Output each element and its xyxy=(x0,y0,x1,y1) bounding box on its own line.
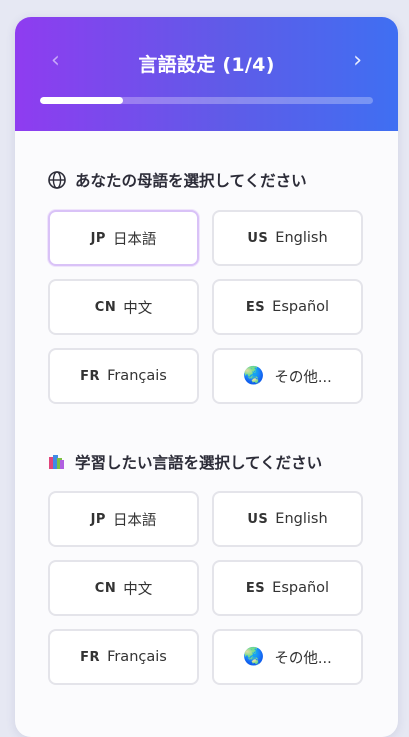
language-label: 日本語 xyxy=(112,512,157,529)
language-code: FR xyxy=(80,368,101,384)
language-code: US xyxy=(247,230,269,246)
learning-language-option[interactable]: ES Español xyxy=(212,560,363,616)
globe-outline-icon xyxy=(47,170,67,190)
native-language-heading-text: あなたの母語を選択してください xyxy=(75,172,307,190)
native-language-option[interactable]: CN 中文 xyxy=(48,279,199,335)
language-label: Español xyxy=(272,299,330,315)
native-language-option[interactable]: US English xyxy=(212,210,363,266)
language-code: JP xyxy=(90,230,106,246)
progress-fill xyxy=(40,97,124,104)
language-code: ES xyxy=(245,580,266,596)
native-language-option[interactable]: FR Français xyxy=(48,348,199,404)
language-code: ES xyxy=(245,299,266,315)
learning-language-option[interactable]: CN 中文 xyxy=(48,560,199,616)
next-step-button[interactable]: › xyxy=(353,47,362,75)
native-language-option[interactable]: 🌏 その他... xyxy=(212,348,363,404)
learning-language-option[interactable]: FR Français xyxy=(48,629,199,685)
learning-language-option[interactable]: 🌏 その他... xyxy=(212,629,363,685)
language-label: 中文 xyxy=(123,581,153,598)
native-language-options: JP 日本語 US English CN 中文 ES Español FR Français 🌏 その… xyxy=(48,210,364,404)
books-icon xyxy=(47,452,67,472)
globe-icon: 🌏 xyxy=(243,647,265,667)
globe-icon: 🌏 xyxy=(243,366,265,386)
language-label: Français xyxy=(107,368,167,384)
language-label: 日本語 xyxy=(112,231,157,248)
language-label: 中文 xyxy=(123,300,153,317)
learning-language-option[interactable]: JP 日本語 xyxy=(48,491,199,547)
native-language-option[interactable]: JP 日本語 xyxy=(48,210,199,266)
header: ‹ 言語設定 (1/4) › xyxy=(15,17,398,131)
language-code: CN xyxy=(94,299,117,315)
learning-language-heading: 学習したい言語を選択してください xyxy=(47,451,322,473)
language-label: その他... xyxy=(274,650,332,667)
learning-language-heading-text: 学習したい言語を選択してください xyxy=(75,454,323,472)
language-label: English xyxy=(275,230,328,246)
language-label: Français xyxy=(107,649,167,665)
page-title: 言語設定 (1/4) xyxy=(138,54,275,76)
language-label: Español xyxy=(272,580,330,596)
native-language-heading: あなたの母語を選択してください xyxy=(47,169,307,191)
language-label: English xyxy=(275,511,328,527)
language-code: JP xyxy=(90,511,106,527)
learning-language-option[interactable]: US English xyxy=(212,491,363,547)
native-language-option[interactable]: ES Español xyxy=(212,279,363,335)
language-code: CN xyxy=(94,580,117,596)
progress-bar xyxy=(40,97,373,104)
language-code: US xyxy=(247,511,269,527)
learning-language-options: JP 日本語 US English CN 中文 ES Español FR Français 🌏 その… xyxy=(48,491,364,685)
language-settings-card: ‹ 言語設定 (1/4) › あなたの母語を選択してください JP 日本語 US En… xyxy=(15,17,398,737)
language-code: FR xyxy=(80,649,101,665)
language-label: その他... xyxy=(274,369,332,386)
